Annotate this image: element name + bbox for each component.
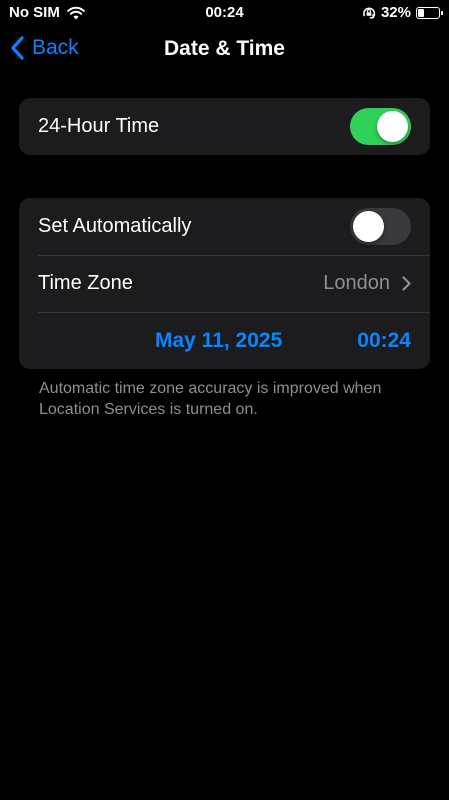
- status-right: 32%: [362, 4, 443, 21]
- hour24-row: 24-Hour Time: [19, 98, 430, 155]
- hour24-label: 24-Hour Time: [38, 115, 160, 137]
- time-zone-label: Time Zone: [38, 272, 133, 294]
- hour-format-group: 24-Hour Time: [19, 98, 430, 155]
- toggle-knob: [353, 211, 384, 242]
- time-zone-value: London: [323, 272, 390, 294]
- set-automatically-toggle[interactable]: [350, 208, 411, 245]
- chevron-right-icon: [402, 276, 411, 291]
- battery-percent: 32%: [380, 4, 411, 21]
- set-automatically-row: Set Automatically: [19, 198, 430, 255]
- date-picker-button[interactable]: May 11, 2025: [155, 329, 282, 353]
- time-picker-button[interactable]: 00:24: [357, 329, 411, 353]
- location-services-note: Automatic time zone accuracy is improved…: [39, 380, 382, 418]
- battery-icon: [416, 6, 443, 19]
- hour24-control: [350, 108, 411, 145]
- set-automatically-label: Set Automatically: [38, 215, 192, 237]
- time-zone-value-group: London: [323, 272, 411, 295]
- date-time-settings-screen: No SIM 00:24 32% Back Date & Time 24-Hou…: [0, 0, 449, 800]
- orientation-lock-icon: [363, 7, 376, 19]
- hour24-toggle[interactable]: [350, 108, 411, 145]
- date-time-group: Set Automatically Time Zone London May 1…: [19, 198, 430, 369]
- battery-fill: [418, 8, 425, 17]
- set-automatically-control: [350, 208, 411, 245]
- page-title: Date & Time: [164, 37, 285, 60]
- time-zone-row[interactable]: Time Zone London: [19, 255, 430, 312]
- navigation-bar: Back Date & Time: [0, 26, 449, 74]
- status-bar: No SIM 00:24 32%: [0, 0, 449, 26]
- toggle-knob: [377, 111, 408, 142]
- date-time-picker-row: May 11, 2025 00:24: [19, 312, 430, 369]
